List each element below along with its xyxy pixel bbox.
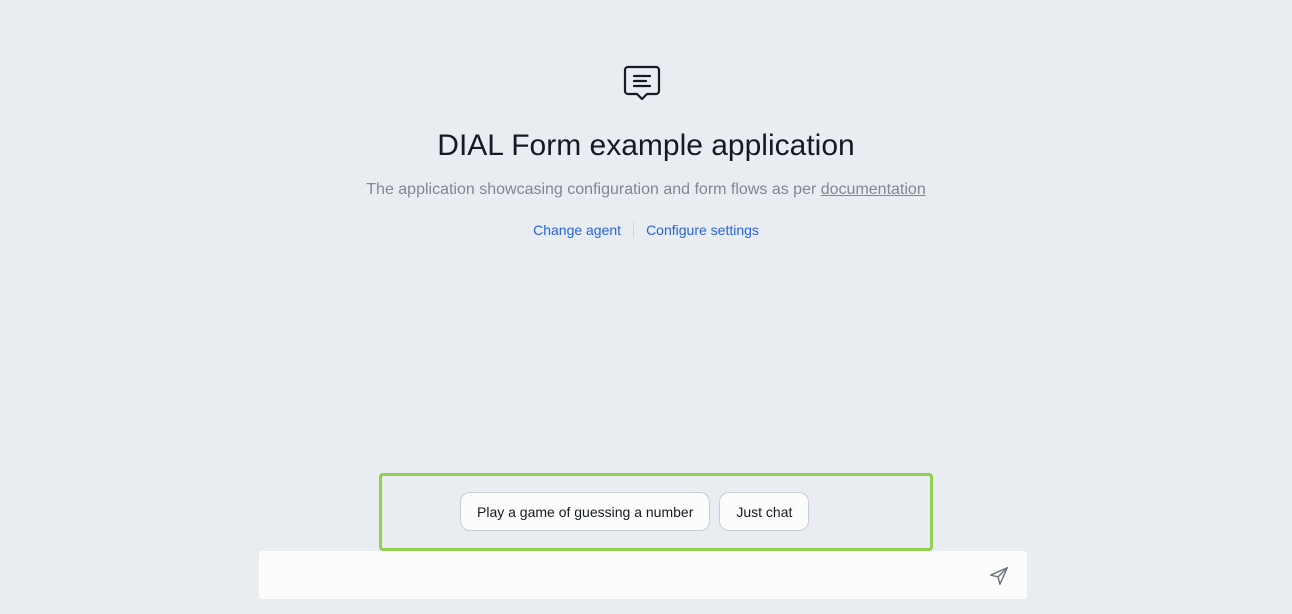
chat-start-screen: DIAL Form example application The applic… (0, 0, 1292, 614)
configure-settings-link[interactable]: Configure settings (646, 220, 759, 240)
send-icon (990, 567, 1008, 585)
suggestion-guess-number-button[interactable]: Play a game of guessing a number (460, 492, 711, 531)
agent-actions: Change agent Configure settings (0, 220, 1292, 240)
page-subtitle: The application showcasing configuration… (0, 180, 1292, 200)
change-agent-link[interactable]: Change agent (533, 220, 621, 240)
chat-message-icon (623, 65, 661, 101)
message-composer (259, 551, 1027, 599)
documentation-link[interactable]: documentation (821, 181, 926, 198)
send-button[interactable] (985, 562, 1013, 590)
message-input[interactable] (275, 563, 969, 591)
suggestion-buttons: Play a game of guessing a number Just ch… (460, 492, 810, 531)
subtitle-text: The application showcasing configuration… (366, 181, 817, 198)
actions-divider (633, 222, 635, 238)
page-title: DIAL Form example application (437, 129, 855, 162)
suggestion-just-chat-button[interactable]: Just chat (719, 492, 810, 531)
